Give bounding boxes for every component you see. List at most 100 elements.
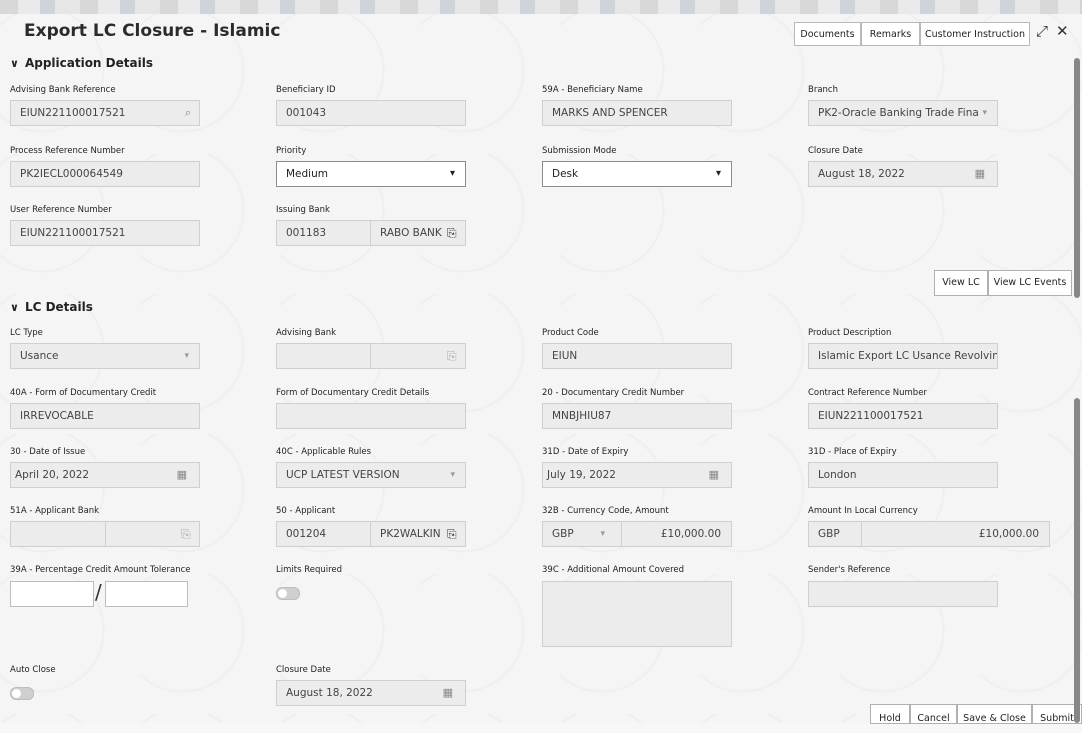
product-code-field: EIUN bbox=[542, 343, 732, 369]
caret-down-icon: ▾ bbox=[600, 529, 605, 539]
scrollbar-thumb[interactable] bbox=[1074, 58, 1080, 298]
section-title: Application Details bbox=[24, 56, 153, 70]
field-value: £10,000.00 bbox=[660, 528, 721, 540]
field-value: Islamic Export LC Usance Revolving bbox=[818, 350, 998, 362]
field-value: Usance bbox=[20, 350, 59, 362]
submission-mode-select[interactable]: Desk ▾ bbox=[542, 161, 732, 187]
closure-date-label: Closure Date bbox=[808, 146, 863, 156]
tolerance-separator: / bbox=[95, 580, 102, 604]
view-lc-button[interactable]: View LC bbox=[934, 270, 988, 296]
product-code-label: Product Code bbox=[542, 328, 599, 338]
section-title: LC Details bbox=[24, 300, 93, 314]
document-lookup-icon: ⎘ bbox=[447, 349, 457, 363]
field-value: MNBJHIU87 bbox=[552, 410, 612, 422]
amount-field: £10,000.00 bbox=[621, 521, 732, 547]
document-lookup-icon: ⎘ bbox=[181, 527, 191, 541]
field-value: GBP bbox=[552, 528, 574, 540]
field-value: PK2WALKIN bbox=[380, 528, 441, 540]
field-value: EIUN221100017521 bbox=[20, 227, 126, 239]
customer-instruction-button[interactable]: Customer Instruction bbox=[920, 22, 1030, 46]
product-description-label: Product Description bbox=[808, 328, 892, 338]
remarks-button[interactable]: Remarks bbox=[861, 22, 920, 46]
additional-amount-covered-textarea bbox=[542, 581, 732, 647]
date-of-issue-field[interactable]: April 20, 2022 ▦ bbox=[10, 462, 200, 488]
local-currency-code-field: GBP bbox=[808, 521, 862, 547]
calendar-icon[interactable]: ▦ bbox=[177, 463, 187, 487]
field-value: 001183 bbox=[286, 227, 327, 239]
field-value: PK2IECL000064549 bbox=[20, 168, 123, 180]
applicant-code-field: 001204 bbox=[276, 521, 371, 547]
field-value: August 18, 2022 bbox=[286, 687, 373, 699]
process-reference-number-label: Process Reference Number bbox=[10, 146, 125, 156]
page-title: Export LC Closure - Islamic bbox=[24, 21, 281, 41]
closure-date-label: Closure Date bbox=[276, 665, 331, 675]
applicable-rules-select[interactable]: UCP LATEST VERSION ▾ bbox=[276, 462, 466, 488]
application-details-header[interactable]: ∨ Application Details bbox=[10, 56, 153, 70]
limits-required-toggle[interactable] bbox=[276, 587, 300, 600]
cancel-button[interactable]: Cancel bbox=[910, 704, 957, 724]
field-value: EIUN221100017521 bbox=[20, 107, 126, 119]
advising-bank-code-field bbox=[276, 343, 371, 369]
beneficiary-name-field: MARKS AND SPENCER bbox=[542, 100, 732, 126]
field-value: PK2-Oracle Banking Trade Fina bbox=[818, 107, 979, 119]
scrollbar-thumb-lower[interactable] bbox=[1074, 398, 1080, 723]
field-value: MARKS AND SPENCER bbox=[552, 107, 668, 119]
submission-mode-label: Submission Mode bbox=[542, 146, 617, 156]
branch-select[interactable]: PK2-Oracle Banking Trade Fina ▾ bbox=[808, 100, 998, 126]
field-value: July 19, 2022 bbox=[547, 469, 616, 481]
applicant-bank-label: 51A - Applicant Bank bbox=[10, 506, 100, 516]
amount-local-currency-label: Amount In Local Currency bbox=[808, 506, 918, 516]
date-of-expiry-label: 31D - Date of Expiry bbox=[542, 447, 629, 457]
product-description-field: Islamic Export LC Usance Revolving bbox=[808, 343, 998, 369]
beneficiary-id-label: Beneficiary ID bbox=[276, 85, 336, 95]
closure-date-field[interactable]: August 18, 2022 ▦ bbox=[276, 680, 466, 706]
close-icon[interactable]: ✕ bbox=[1056, 22, 1069, 40]
field-value: RABO BANK bbox=[380, 227, 442, 239]
save-close-button[interactable]: Save & Close bbox=[957, 704, 1032, 724]
field-value: August 18, 2022 bbox=[818, 168, 905, 180]
contract-reference-number-label: Contract Reference Number bbox=[808, 388, 927, 398]
local-amount-field: £10,000.00 bbox=[861, 521, 1050, 547]
field-value: EIUN221100017521 bbox=[818, 410, 924, 422]
lc-type-select[interactable]: Usance ▾ bbox=[10, 343, 200, 369]
auto-close-label: Auto Close bbox=[10, 665, 56, 675]
document-lookup-icon[interactable]: ⎘ bbox=[447, 527, 457, 542]
field-value: IRREVOCABLE bbox=[20, 410, 94, 422]
tolerance-plus-input[interactable] bbox=[10, 581, 94, 607]
documentary-credit-number-field: MNBJHIU87 bbox=[542, 403, 732, 429]
calendar-icon[interactable]: ▦ bbox=[709, 463, 719, 487]
expand-icon[interactable]: ⤢ bbox=[1036, 22, 1048, 40]
field-value: 001204 bbox=[286, 528, 327, 540]
documents-button[interactable]: Documents bbox=[794, 22, 861, 46]
date-of-expiry-field[interactable]: July 19, 2022 ▦ bbox=[542, 462, 732, 488]
issuing-bank-label: Issuing Bank bbox=[276, 205, 330, 215]
advising-bank-reference-field[interactable]: EIUN221100017521 ⌕ bbox=[10, 100, 200, 126]
contract-reference-number-field: EIUN221100017521 bbox=[808, 403, 998, 429]
caret-down-icon: ▾ bbox=[982, 108, 987, 118]
auto-close-toggle[interactable] bbox=[10, 687, 34, 700]
currency-amount-label: 32B - Currency Code, Amount bbox=[542, 506, 669, 516]
tolerance-minus-input[interactable] bbox=[105, 581, 188, 607]
beneficiary-name-label: 59A - Beneficiary Name bbox=[542, 85, 643, 95]
calendar-icon[interactable]: ▦ bbox=[443, 681, 453, 705]
closure-date-field[interactable]: August 18, 2022 ▦ bbox=[808, 161, 998, 187]
lc-details-header[interactable]: ∨ LC Details bbox=[10, 300, 93, 314]
user-reference-number-label: User Reference Number bbox=[10, 205, 112, 215]
search-icon[interactable]: ⌕ bbox=[185, 101, 191, 125]
caret-down-icon: ▾ bbox=[449, 168, 455, 179]
top-background-strip bbox=[0, 0, 1082, 14]
chevron-down-icon: ∨ bbox=[10, 301, 19, 314]
calendar-icon[interactable]: ▦ bbox=[975, 162, 985, 186]
currency-code-select[interactable]: GBP ▾ bbox=[542, 521, 622, 547]
field-value: £10,000.00 bbox=[978, 528, 1039, 540]
branch-label: Branch bbox=[808, 85, 838, 95]
document-lookup-icon[interactable]: ⎘ bbox=[447, 226, 457, 241]
applicant-label: 50 - Applicant bbox=[276, 506, 336, 516]
form-of-documentary-credit-details-label: Form of Documentary Credit Details bbox=[276, 388, 430, 398]
priority-select[interactable]: Medium ▾ bbox=[276, 161, 466, 187]
view-lc-events-button[interactable]: View LC Events bbox=[988, 270, 1072, 296]
beneficiary-id-field: 001043 bbox=[276, 100, 466, 126]
limits-required-label: Limits Required bbox=[276, 565, 343, 575]
hold-button[interactable]: Hold bbox=[870, 704, 910, 724]
caret-down-icon: ▾ bbox=[184, 351, 189, 361]
